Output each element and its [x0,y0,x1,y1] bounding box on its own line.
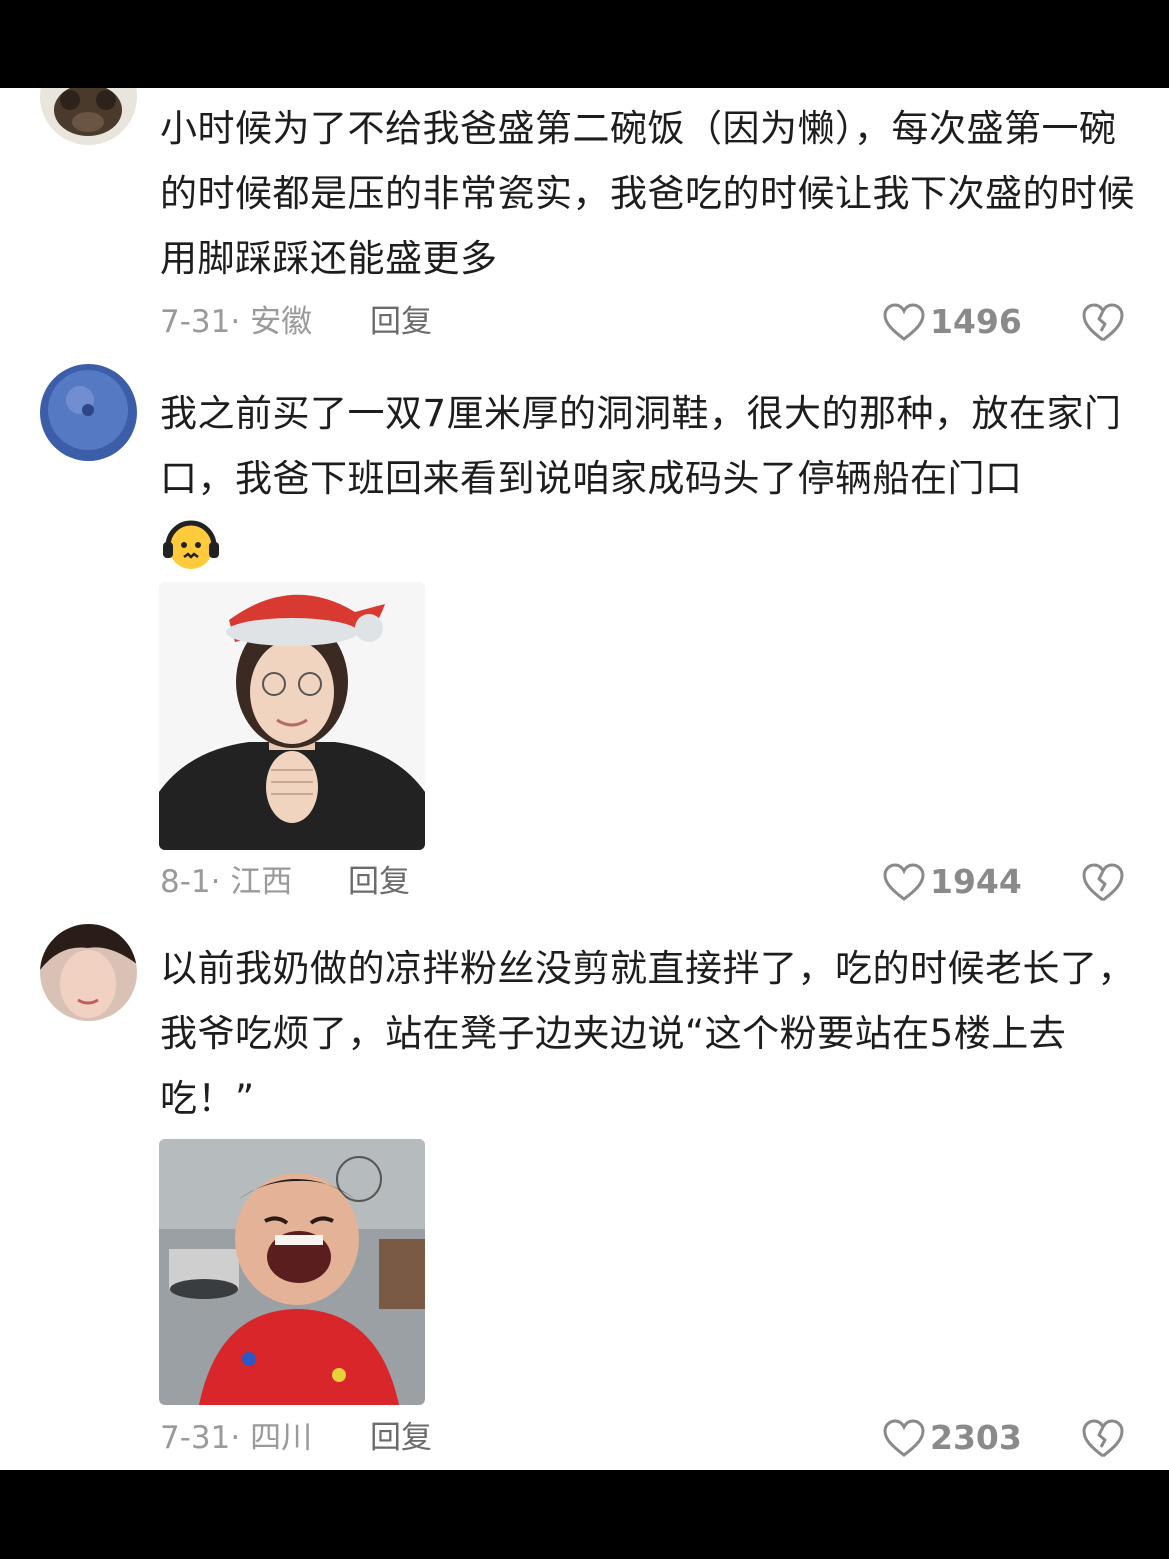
comment-meta: 8-1· 江西 回复 1944 [160,860,1135,904]
broken-heart-icon[interactable] [1080,300,1126,344]
reply-button[interactable]: 回复 [370,300,432,344]
like-button[interactable]: 1496 [882,300,1022,344]
comment-item: 小时候为了不给我爸盛第二碗饭（因为懒），每次盛第一碗的时候都是压的非常瓷实，我爸… [0,88,1169,364]
like-count: 1496 [930,302,1022,341]
heart-icon [883,303,925,341]
top-black-bar [0,0,1169,88]
avatar-girl-icon[interactable] [40,924,137,1021]
comment-date-location: 7-31· 四川 [160,1420,313,1456]
reply-button[interactable]: 回复 [348,860,410,904]
comment-list: 小时候为了不给我爸盛第二碗饭（因为懒），每次盛第一碗的时候都是压的非常瓷实，我爸… [0,88,1169,1470]
bottom-black-bar [0,1470,1169,1559]
comment-text: 以前我奶做的凉拌粉丝没剪就直接拌了，吃的时候老长了，我爷吃烦了，站在凳子边夹边说… [160,947,1135,1120]
like-button[interactable]: 2303 [882,1416,1022,1460]
comment-item: 以前我奶做的凉拌粉丝没剪就直接拌了，吃的时候老长了，我爷吃烦了，站在凳子边夹边说… [0,924,1169,1470]
comment-item: 我之前买了一双7厘米厚的洞洞鞋，很大的那种，放在家门口，我爸下班回来看到说咱家成… [0,364,1169,924]
heart-icon [883,1419,925,1457]
broken-heart-icon[interactable] [1080,1416,1126,1460]
broken-heart-icon[interactable] [1080,860,1126,904]
headphones-face-emoji-icon [163,520,219,569]
avatar-dog-icon[interactable] [40,88,137,145]
laughing-man-sticker[interactable] [159,1139,425,1405]
avatar-blueberry-icon[interactable] [40,364,137,461]
comment-meta: 7-31· 安徽 回复 1496 [160,300,1135,344]
comment-meta: 7-31· 四川 回复 2303 [160,1416,1135,1460]
like-button[interactable]: 1944 [882,860,1022,904]
heart-icon [883,863,925,901]
comment-date-location: 7-31· 安徽 [160,304,313,340]
reply-button[interactable]: 回复 [370,1416,432,1460]
like-count: 2303 [930,1418,1022,1457]
comment-text: 小时候为了不给我爸盛第二碗饭（因为懒），每次盛第一碗的时候都是压的非常瓷实，我爸… [160,107,1135,280]
comment-date-location: 8-1· 江西 [160,864,293,900]
comment-text: 我之前买了一双7厘米厚的洞洞鞋，很大的那种，放在家门口，我爸下班回来看到说咱家成… [160,392,1122,500]
like-count: 1944 [930,862,1022,901]
woman-santa-hat-sticker[interactable] [159,582,425,850]
